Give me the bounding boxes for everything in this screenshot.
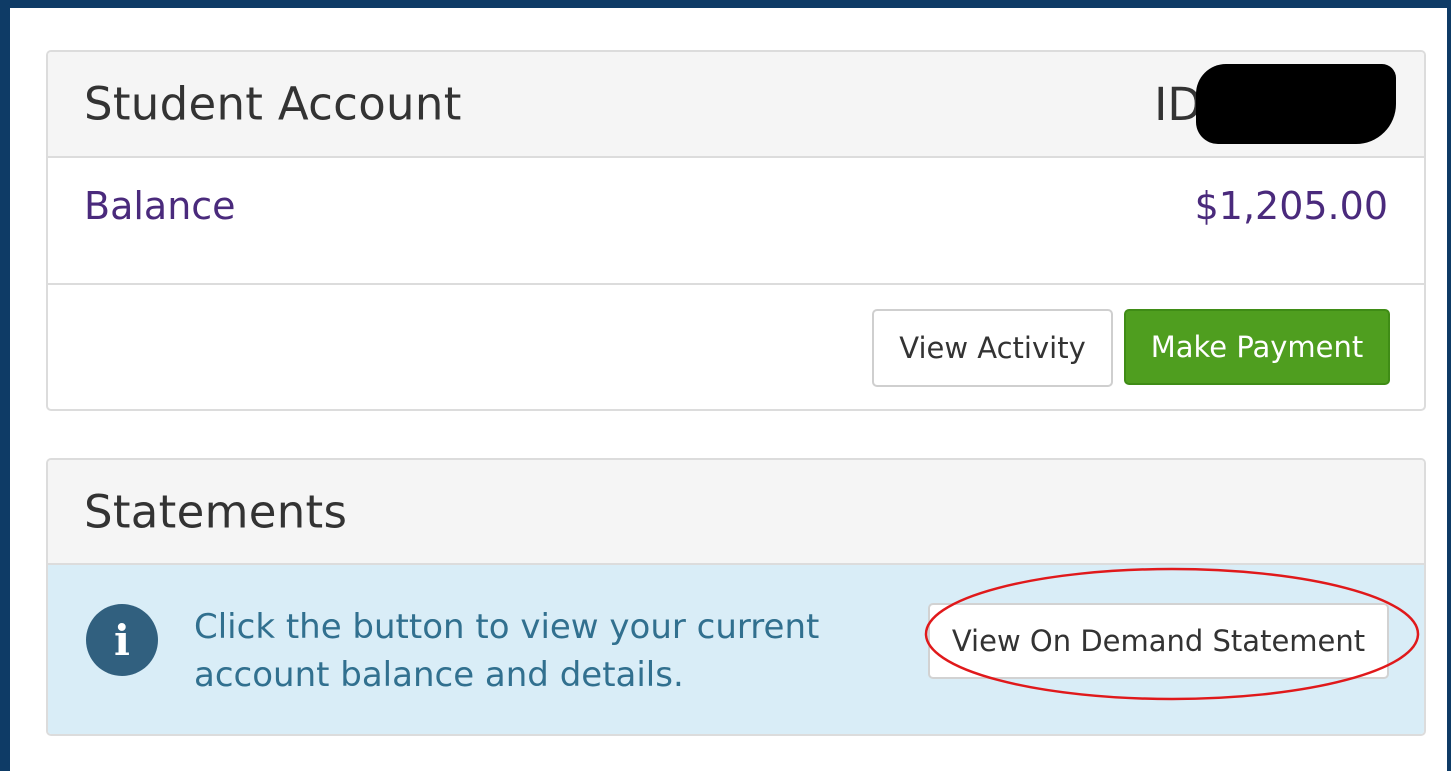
view-activity-button[interactable]: View Activity bbox=[872, 309, 1113, 387]
info-icon: i bbox=[86, 604, 158, 676]
view-on-demand-statement-button[interactable]: View On Demand Statement bbox=[928, 603, 1389, 679]
statements-heading: Statements bbox=[48, 460, 1424, 565]
redaction-mark bbox=[1196, 64, 1396, 144]
statement-info-text: Click the button to view your current ac… bbox=[194, 607, 820, 695]
window-frame-top bbox=[0, 0, 1451, 8]
make-payment-button[interactable]: Make Payment bbox=[1124, 309, 1390, 385]
balance-label: Balance bbox=[84, 184, 236, 228]
balance-row: Balance $1,205.00 bbox=[48, 158, 1424, 285]
statement-info-alert: i Click the button to view your current … bbox=[48, 565, 1424, 734]
window-frame-left bbox=[0, 0, 10, 771]
student-account-heading: Student Account ID bbox=[48, 52, 1424, 158]
student-id-label: ID bbox=[1154, 77, 1202, 131]
student-id: ID bbox=[1154, 64, 1396, 144]
student-account-title: Student Account bbox=[84, 77, 462, 131]
account-actions: View Activity Make Payment bbox=[48, 285, 1424, 409]
balance-amount: $1,205.00 bbox=[1194, 184, 1388, 228]
student-account-panel: Student Account ID Balance $1,205.00 Vie… bbox=[46, 50, 1426, 411]
window-frame-right bbox=[1447, 0, 1451, 771]
statements-title: Statements bbox=[84, 485, 348, 538]
statements-panel: Statements i Click the button to view yo… bbox=[46, 458, 1426, 736]
